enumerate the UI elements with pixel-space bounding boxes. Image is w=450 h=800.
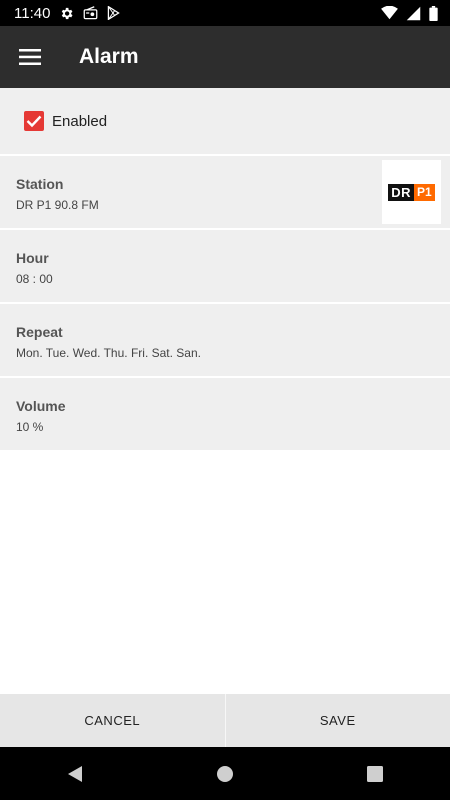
enabled-label: Enabled <box>52 112 108 130</box>
station-value: DR P1 90.8 FM <box>16 198 99 212</box>
volume-value: 10 % <box>16 420 44 434</box>
save-button[interactable]: SAVE <box>226 694 450 747</box>
back-icon[interactable] <box>45 754 105 794</box>
radio-icon <box>83 6 98 20</box>
repeat-value: Mon. Tue. Wed. Thu. Fri. Sat. San. <box>16 346 201 360</box>
enabled-checkbox[interactable] <box>24 111 44 131</box>
play-store-icon <box>107 6 121 20</box>
gear-icon <box>59 6 74 21</box>
hour-setting[interactable]: Hour 08 : 00 <box>0 230 450 304</box>
navigation-bar <box>0 747 450 800</box>
repeat-setting[interactable]: Repeat Mon. Tue. Wed. Thu. Fri. Sat. San… <box>0 304 450 378</box>
volume-title: Volume <box>16 398 66 414</box>
alarm-settings: Enabled Station DR P1 90.8 FM DR P1 Hour… <box>0 88 450 452</box>
hamburger-menu-icon[interactable] <box>12 39 48 75</box>
enabled-row[interactable]: Enabled <box>0 88 450 156</box>
bottom-buttons: CANCEL SAVE <box>0 694 450 747</box>
station-logo: DR P1 <box>382 160 441 224</box>
status-time: 11:40 <box>14 4 51 22</box>
wifi-icon <box>381 6 398 20</box>
repeat-title: Repeat <box>16 324 63 340</box>
app-bar: Alarm <box>0 26 450 88</box>
status-bar: 11:40 <box>0 0 450 26</box>
battery-icon <box>429 5 438 21</box>
station-setting[interactable]: Station DR P1 90.8 FM DR P1 <box>0 156 450 230</box>
home-icon[interactable] <box>195 754 255 794</box>
check-icon <box>26 115 42 128</box>
cancel-button[interactable]: CANCEL <box>0 694 225 747</box>
hour-value: 08 : 00 <box>16 272 53 286</box>
page-title: Alarm <box>79 45 139 68</box>
station-title: Station <box>16 176 64 192</box>
volume-setting[interactable]: Volume 10 % <box>0 378 450 452</box>
recents-icon[interactable] <box>345 754 405 794</box>
hour-title: Hour <box>16 250 49 266</box>
signal-icon <box>406 6 421 21</box>
